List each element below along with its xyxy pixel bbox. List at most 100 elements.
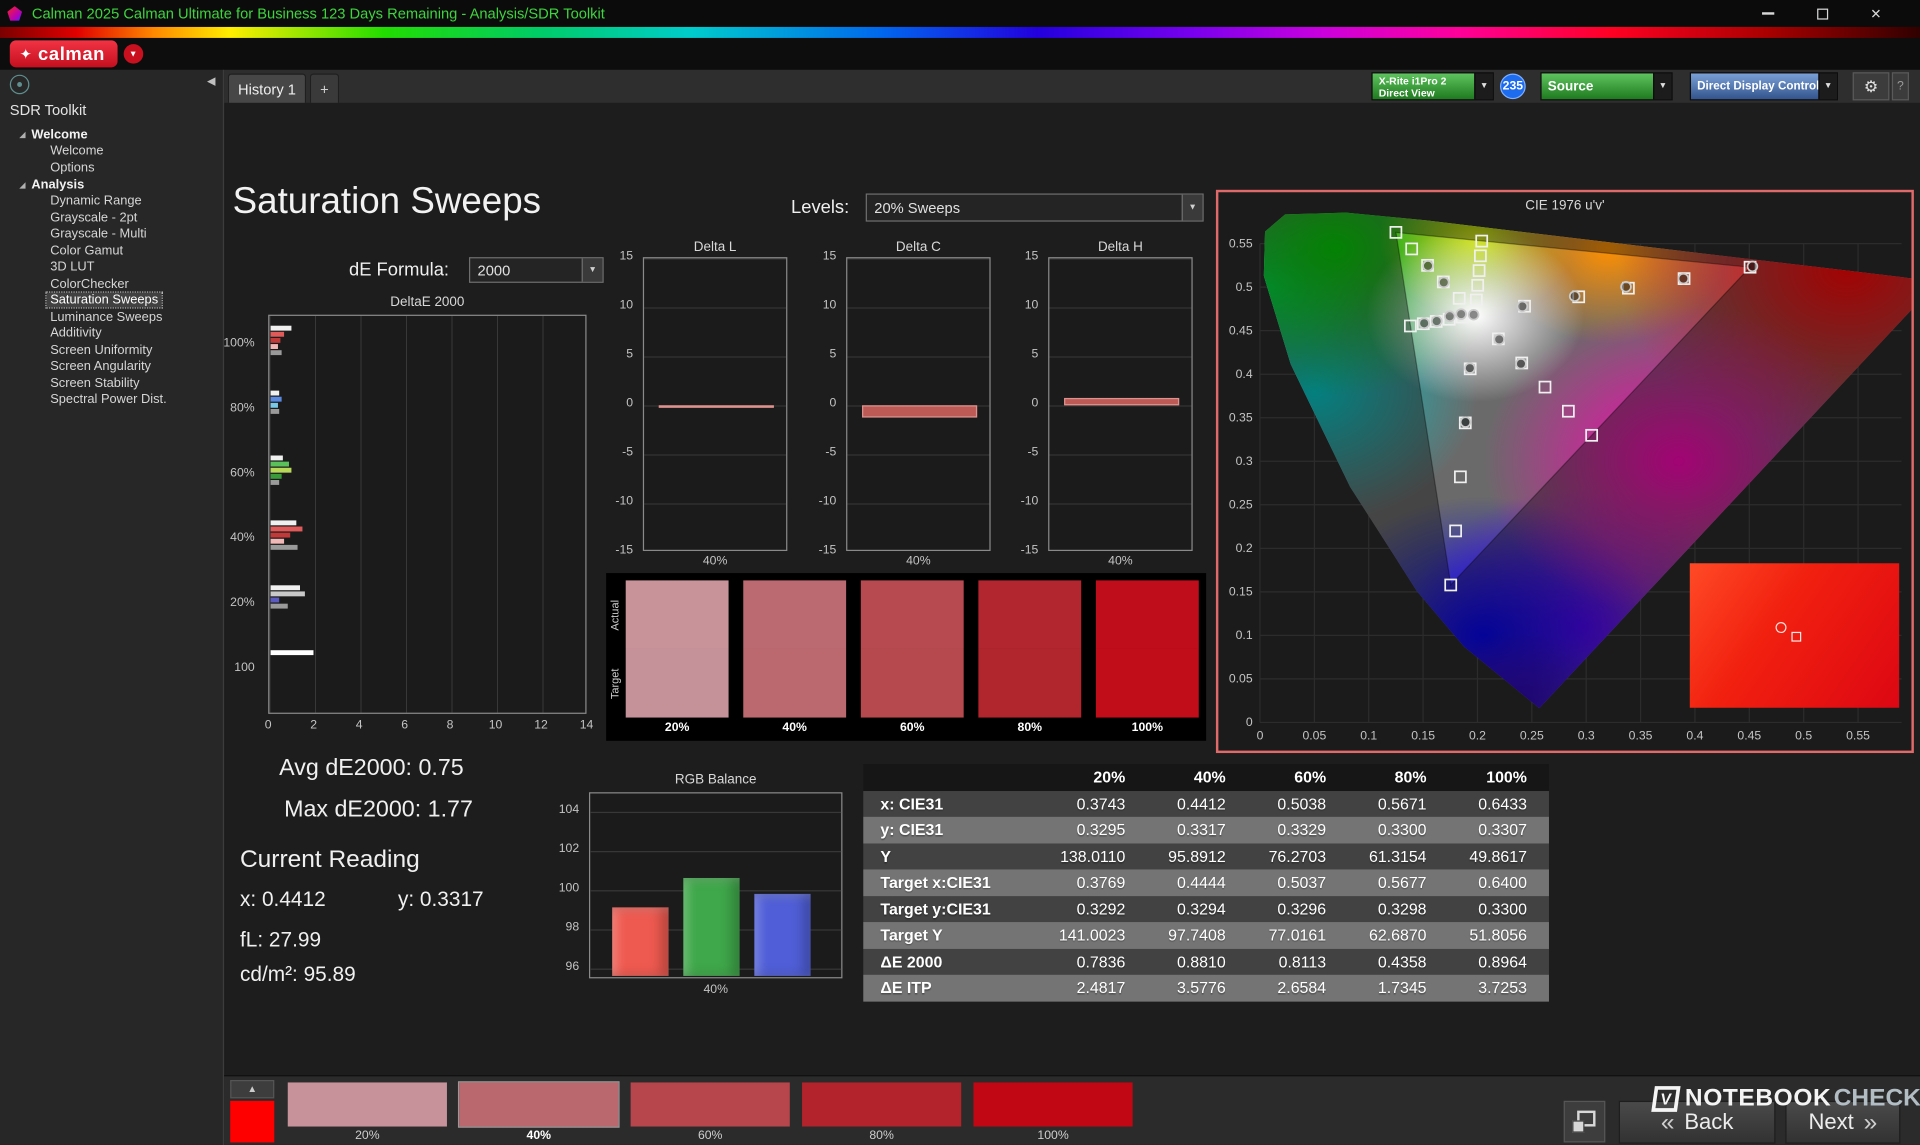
sidebar-item-3d-lut[interactable]: 3D LUT <box>0 260 223 277</box>
window-layout-button[interactable] <box>1564 1101 1606 1143</box>
cell-value: 0.3307 <box>1449 817 1549 843</box>
axis-tick-label: 15 <box>619 250 633 263</box>
axis-tick-label: 10 <box>1025 299 1039 312</box>
sidebar-item-label: Dynamic Range <box>47 193 146 208</box>
back-button[interactable]: « Back <box>1619 1101 1776 1144</box>
row-label: x: CIE31 <box>863 790 1047 816</box>
sidebar-item-screen-stability[interactable]: Screen Stability <box>0 375 223 392</box>
calman-window: Calman 2025 Calman Ultimate for Business… <box>0 0 1920 1145</box>
chevron-down-icon[interactable]: ▼ <box>1474 73 1492 99</box>
meter-count-badge[interactable]: 235 <box>1500 73 1526 99</box>
sidebar-section-welcome[interactable]: ◢Welcome <box>0 126 223 143</box>
rainbow-strip <box>0 27 1920 38</box>
display-control-selector[interactable]: Direct Display Control ▼ <box>1690 72 1838 100</box>
measurement-marker <box>1494 334 1504 344</box>
cell-value: 61.3154 <box>1348 843 1448 869</box>
sidebar-item-colorchecker[interactable]: ColorChecker <box>0 276 223 293</box>
help-button[interactable]: ? <box>1892 72 1909 100</box>
chevron-down-icon[interactable]: ▼ <box>1818 73 1836 99</box>
axis-tick-label: 15 <box>823 250 837 263</box>
sidebar-item-dynamic-range[interactable]: Dynamic Range <box>0 193 223 210</box>
bar <box>271 533 290 538</box>
bar <box>271 403 278 408</box>
column-header: 80% <box>1348 764 1448 790</box>
home-button[interactable] <box>10 75 30 95</box>
tab-history-1[interactable]: History 1 <box>228 73 306 102</box>
row-label: Y <box>863 843 1047 869</box>
sidebar-item-screen-uniformity[interactable]: Screen Uniformity <box>0 342 223 359</box>
chevron-right-icon: » <box>1864 1111 1878 1133</box>
target-row-label: Target <box>609 649 624 718</box>
axis-tick-label: 102 <box>559 842 579 855</box>
close-button[interactable]: ✕ <box>1849 0 1903 27</box>
sidebar-item-luminance-sweeps[interactable]: Luminance Sweeps <box>0 309 223 326</box>
axis-tick-label: -5 <box>622 446 633 459</box>
next-button[interactable]: Next » <box>1785 1101 1900 1144</box>
bar <box>271 326 291 331</box>
meter-selector-body: X-Rite i1Pro 2 Direct View <box>1373 73 1475 99</box>
svg-text:0.45: 0.45 <box>1737 729 1761 743</box>
sweep-swatch-20[interactable] <box>288 1082 447 1126</box>
sidebar-item-additivity[interactable]: Additivity <box>0 326 223 343</box>
page-title: Saturation Sweeps <box>233 181 541 223</box>
calman-logo[interactable]: ✦ calman <box>10 40 117 67</box>
chevron-down-icon[interactable]: ▼ <box>1653 73 1671 99</box>
target-swatch <box>861 649 964 718</box>
axis-tick-label: 100 <box>559 882 579 895</box>
current-color-patch <box>1690 563 1899 707</box>
axis-tick-label: 15 <box>1025 250 1039 263</box>
delta-h-y-axis: 151050-5-10-15 <box>997 257 1044 551</box>
sidebar-item-label: Grayscale - Multi <box>47 227 151 242</box>
bar <box>271 338 281 343</box>
levels-dropdown[interactable]: 20% Sweeps ▼ <box>866 193 1204 221</box>
avg-de2000: Avg dE2000: 0.75 <box>279 756 464 783</box>
sidebar-item-options[interactable]: Options <box>0 160 223 177</box>
sidebar-item-label: Color Gamut <box>47 243 127 258</box>
test-patch[interactable] <box>230 1101 274 1143</box>
sidebar-collapse-button[interactable]: ◀ <box>207 75 215 88</box>
sidebar-item-screen-angularity[interactable]: Screen Angularity <box>0 359 223 376</box>
next-label: Next <box>1808 1109 1853 1135</box>
cell-value: 2.6584 <box>1248 975 1348 1001</box>
axis-tick-label: 5 <box>626 348 633 361</box>
delta-l-chart <box>643 257 787 551</box>
bar <box>271 474 282 479</box>
svg-text:0.25: 0.25 <box>1229 497 1253 511</box>
meter-selector[interactable]: X-Rite i1Pro 2 Direct View ▼ <box>1371 72 1493 100</box>
settings-gear-button[interactable]: ⚙ <box>1853 72 1890 100</box>
sidebar-item-label: Saturation Sweeps <box>47 293 162 308</box>
add-tab-button[interactable]: + <box>310 73 339 102</box>
sweep-swatch-100[interactable] <box>973 1082 1132 1126</box>
sweep-swatch-40[interactable] <box>459 1082 618 1126</box>
delta-c-chart <box>846 257 990 551</box>
measurement-marker <box>1516 359 1526 369</box>
levels-value: 20% Sweeps <box>867 195 1182 221</box>
display-control-label: Direct Display Control <box>1697 80 1812 93</box>
axis-tick-label: 5 <box>1032 348 1039 361</box>
bar <box>271 397 282 402</box>
sweep-swatch-60[interactable] <box>631 1082 790 1126</box>
sidebar-item-grayscale-2pt[interactable]: Grayscale - 2pt <box>0 210 223 227</box>
sidebar-item-saturation-sweeps[interactable]: Saturation Sweeps <box>0 293 223 310</box>
cell-value: 76.2703 <box>1248 843 1348 869</box>
sidebar-item-spectral-power-dist[interactable]: Spectral Power Dist. <box>0 392 223 409</box>
svg-text:0.35: 0.35 <box>1629 729 1653 743</box>
cell-value: 0.5677 <box>1348 869 1448 895</box>
de-formula-dropdown[interactable]: 2000 ▼ <box>469 257 604 283</box>
source-selector[interactable]: Source ▼ <box>1540 72 1672 100</box>
swatch-level-label: 80% <box>978 721 1081 734</box>
bar <box>271 604 288 609</box>
maximize-button[interactable] <box>1795 0 1849 27</box>
sidebar-item-welcome[interactable]: Welcome <box>0 143 223 160</box>
swatch-level-label: 60% <box>861 721 964 734</box>
workflow-title: SDR Toolkit <box>10 102 86 119</box>
logo-menu-button[interactable]: ▼ <box>123 44 143 64</box>
sidebar-item-grayscale-multi[interactable]: Grayscale - Multi <box>0 227 223 244</box>
sweep-swatch-80[interactable] <box>802 1082 961 1126</box>
table-row-x-cie31: x: CIE310.37430.44120.50380.56710.6433 <box>863 790 1549 816</box>
sidebar-section-analysis[interactable]: ◢Analysis <box>0 176 223 193</box>
patch-popup-button[interactable]: ▲ <box>230 1080 274 1098</box>
sidebar-item-color-gamut[interactable]: Color Gamut <box>0 243 223 260</box>
minimize-button[interactable] <box>1741 0 1795 27</box>
max-de2000: Max dE2000: 1.77 <box>284 797 473 824</box>
